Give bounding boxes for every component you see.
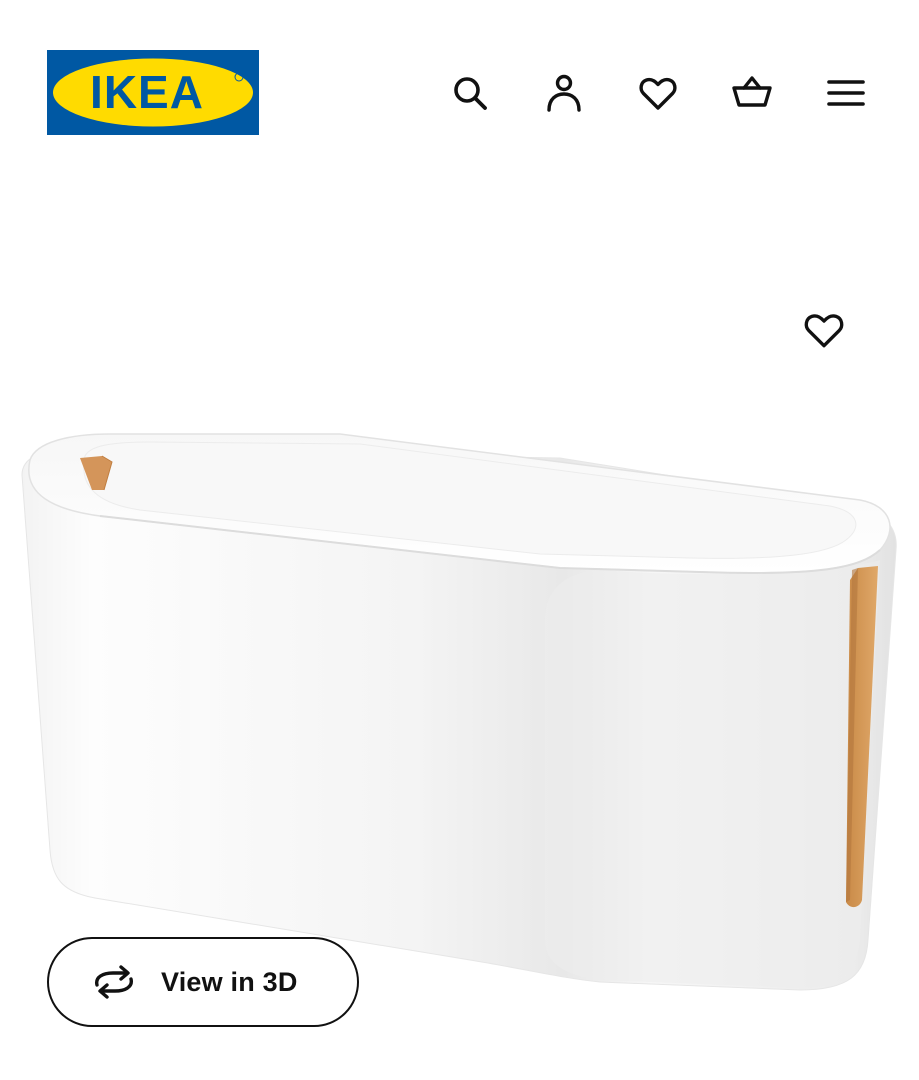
rotate-3d-icon xyxy=(89,965,139,999)
account-button[interactable] xyxy=(541,70,587,116)
heart-outline-icon xyxy=(804,314,844,348)
cable-box-illustration xyxy=(21,433,897,991)
save-to-favourites-button[interactable] xyxy=(799,305,849,355)
basket-icon xyxy=(732,76,772,107)
site-header: IKEA xyxy=(0,0,919,190)
logo-wordmark: IKEA xyxy=(90,66,204,118)
menu-icon xyxy=(827,80,865,106)
ikea-logo[interactable]: IKEA xyxy=(47,50,259,135)
account-icon xyxy=(547,74,581,112)
view-in-3d-label: View in 3D xyxy=(161,966,298,997)
menu-button[interactable] xyxy=(823,70,869,116)
basket-button[interactable] xyxy=(729,70,775,116)
search-icon xyxy=(454,77,487,110)
favourites-icon xyxy=(639,77,677,110)
search-button[interactable] xyxy=(447,70,493,116)
view-in-3d-button[interactable]: View in 3D xyxy=(47,937,359,1027)
favourites-button[interactable] xyxy=(635,70,681,116)
ikea-logo-graphic: IKEA xyxy=(47,50,259,135)
product-image[interactable] xyxy=(0,420,919,1020)
